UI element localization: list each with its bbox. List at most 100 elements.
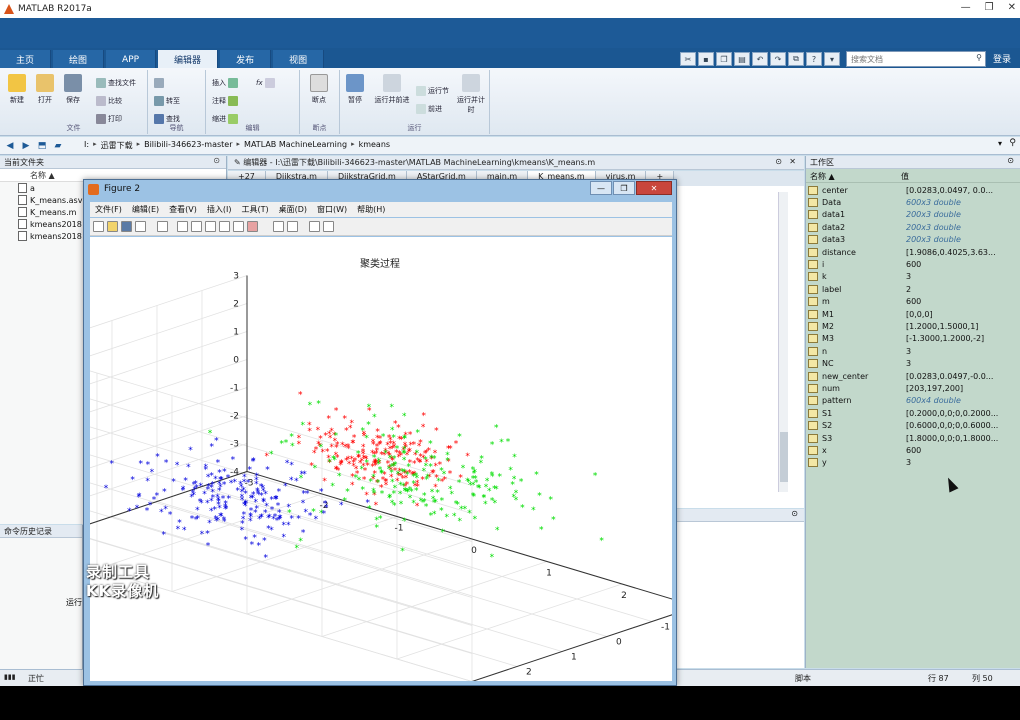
workspace-variable-row[interactable]: M1 [0,0,0] <box>806 308 1020 320</box>
brush-icon[interactable] <box>247 221 258 232</box>
workspace-variable-row[interactable]: i 600 <box>806 258 1020 270</box>
ribbon-tab[interactable]: 编辑器 <box>158 50 219 69</box>
ribbon-tab[interactable]: 发布 <box>220 50 272 69</box>
workspace-menu-icon[interactable]: ⊙ <box>1007 156 1014 165</box>
login-button[interactable]: 登录 <box>993 52 1011 65</box>
hide-tools-icon[interactable] <box>309 221 320 232</box>
workspace-variable-row[interactable]: y3 <box>806 457 1020 469</box>
new-figure-icon[interactable] <box>93 221 104 232</box>
zoom-in-icon[interactable] <box>177 221 188 232</box>
redo-icon[interactable]: ↷ <box>770 52 786 66</box>
rotate-3d-icon[interactable] <box>219 221 230 232</box>
workspace-variable-row[interactable]: S2 [0.6000,0,0;0,0.6000... <box>806 419 1020 431</box>
scatter-3d-plot[interactable]: -3-2-10123-2-10123-4-3-2-10123聚类过程******… <box>21 237 715 693</box>
comment-button[interactable]: 注释 <box>212 94 238 107</box>
breakpoints-button[interactable]: 断点 <box>306 74 332 105</box>
breadcrumb-item[interactable]: I: <box>84 140 89 151</box>
workspace-variable-row[interactable]: m 600 <box>806 296 1020 308</box>
figure-title-bar[interactable]: Figure 2 — ❐ ✕ <box>84 180 676 200</box>
show-tools-icon[interactable] <box>323 221 334 232</box>
workspace-variable-row[interactable]: label 2 <box>806 283 1020 295</box>
workspace-variable-row[interactable]: n3 <box>806 345 1020 357</box>
editor-menu-icon[interactable]: ⊙ <box>775 157 782 166</box>
ribbon-tab[interactable]: 视图 <box>273 50 325 69</box>
address-search-icon[interactable]: ⚲ <box>1009 138 1016 148</box>
workspace-variable-row[interactable]: NC 3 <box>806 357 1020 369</box>
breadcrumb-item[interactable]: 迅雷下载 <box>101 140 133 151</box>
undo-icon[interactable]: ↶ <box>752 52 768 66</box>
compare-button[interactable]: 比较 <box>96 94 122 107</box>
back-arrow-icon[interactable]: ◀ <box>4 140 16 152</box>
data-cursor-icon[interactable] <box>233 221 244 232</box>
workspace-variable-row[interactable]: num [203,197,200] <box>806 382 1020 394</box>
close-button[interactable]: ✕ <box>1008 2 1016 13</box>
workspace-variable-row[interactable]: M3 [-1.3000,1.2000,-2] <box>806 333 1020 345</box>
workspace-variable-row[interactable]: new_center [0.0283,0.0497,-0.0... <box>806 370 1020 382</box>
search-icon[interactable]: ⚲ <box>976 53 982 62</box>
figure-menu-item[interactable]: 插入(I) <box>202 202 237 217</box>
breadcrumb-item[interactable]: MATLAB MachineLearning <box>244 140 347 151</box>
figure-menu-item[interactable]: 编辑(E) <box>127 202 164 217</box>
paste-icon[interactable]: ▤ <box>734 52 750 66</box>
workspace-variable-row[interactable]: S3 [1.8000,0,0;0,1.8000... <box>806 432 1020 444</box>
workspace-variable-row[interactable]: x 600 <box>806 444 1020 456</box>
goto-button[interactable]: 转至 <box>154 94 180 107</box>
figure-menu-item[interactable]: 文件(F) <box>90 202 127 217</box>
switch-windows-icon[interactable]: ⧉ <box>788 52 804 66</box>
dropdown-icon[interactable]: ▾ <box>824 52 840 66</box>
figure-menu-item[interactable]: 帮助(H) <box>352 202 390 217</box>
save-icon[interactable]: ▪ <box>698 52 714 66</box>
forward-arrow-icon[interactable]: ▶ <box>20 140 32 152</box>
workspace-variable-row[interactable]: Data 600x3 double <box>806 196 1020 208</box>
workspace-variable-row[interactable]: k3 <box>806 271 1020 283</box>
figure-minimize-button[interactable]: — <box>590 181 612 195</box>
back-button[interactable] <box>154 76 164 89</box>
editor-close-icon[interactable]: ✕ <box>789 157 796 166</box>
breadcrumb-item[interactable]: Bilibili-346623-master <box>144 140 232 151</box>
ribbon-tab[interactable]: APP <box>106 50 157 69</box>
zoom-out-icon[interactable] <box>191 221 202 232</box>
up-folder-icon[interactable]: ⬒ <box>36 140 48 152</box>
save-figure-icon[interactable] <box>121 221 132 232</box>
new-button[interactable]: 新建 <box>4 74 30 105</box>
command-window[interactable] <box>676 522 804 668</box>
copy-icon[interactable]: ❐ <box>716 52 732 66</box>
breadcrumb-separator-icon[interactable]: ▸ <box>237 140 241 151</box>
save-button[interactable]: 保存 <box>60 74 86 105</box>
workspace-variable-row[interactable]: data3 200x3 double <box>806 234 1020 246</box>
figure-maximize-button[interactable]: ❐ <box>613 181 635 195</box>
panel-menu-icon[interactable]: ⊙ <box>213 156 220 165</box>
figure-canvas[interactable]: -3-2-10123-2-10123-4-3-2-10123聚类过程******… <box>21 237 715 693</box>
workspace-variable-row[interactable]: distance [1.9086,0.4025,3.63... <box>806 246 1020 258</box>
figure-menu-item[interactable]: 工具(T) <box>236 202 273 217</box>
figure-menu-item[interactable]: 窗口(W) <box>312 202 352 217</box>
workspace-variable-row[interactable]: center [0.0283,0.0497, 0.0... <box>806 184 1020 196</box>
workspace-col-value[interactable]: 值 <box>901 171 909 182</box>
search-input[interactable]: 搜索文档 ⚲ <box>846 51 986 67</box>
find-files-button[interactable]: 查找文件 <box>96 76 136 89</box>
print-figure-icon[interactable] <box>135 221 146 232</box>
breadcrumb-item[interactable]: kmeans <box>359 140 391 151</box>
run-button[interactable]: 暂停 <box>342 74 368 105</box>
insert-button[interactable]: 插入 <box>212 76 238 89</box>
ribbon-tab[interactable]: 绘图 <box>53 50 105 69</box>
breadcrumb-separator-icon[interactable]: ▸ <box>351 140 355 151</box>
maximize-button[interactable]: ❐ <box>985 2 994 13</box>
colorbar-icon[interactable] <box>273 221 284 232</box>
figure-close-button[interactable]: ✕ <box>636 181 672 195</box>
run-time-button[interactable]: 运行并计时 <box>456 74 486 115</box>
history-entry[interactable]: 运行 <box>66 597 82 608</box>
help-icon[interactable]: ? <box>806 52 822 66</box>
workspace-variable-row[interactable]: M2 [1.2000,1.5000,1] <box>806 320 1020 332</box>
advance-button[interactable]: 前进 <box>416 102 442 115</box>
open-button[interactable]: 打开 <box>32 74 58 105</box>
legend-icon[interactable] <box>287 221 298 232</box>
breadcrumb-separator-icon[interactable]: ▸ <box>137 140 141 151</box>
figure-menu-item[interactable]: 查看(V) <box>164 202 202 217</box>
run-section-button[interactable]: 运行节 <box>416 84 449 97</box>
workspace-variable-row[interactable]: data2 200x3 double <box>806 221 1020 233</box>
editor-scrollbar[interactable] <box>778 192 788 492</box>
cut-icon[interactable]: ✂ <box>680 52 696 66</box>
workspace-col-name[interactable]: 名称 ▲ <box>806 171 901 182</box>
open-file-icon[interactable] <box>107 221 118 232</box>
